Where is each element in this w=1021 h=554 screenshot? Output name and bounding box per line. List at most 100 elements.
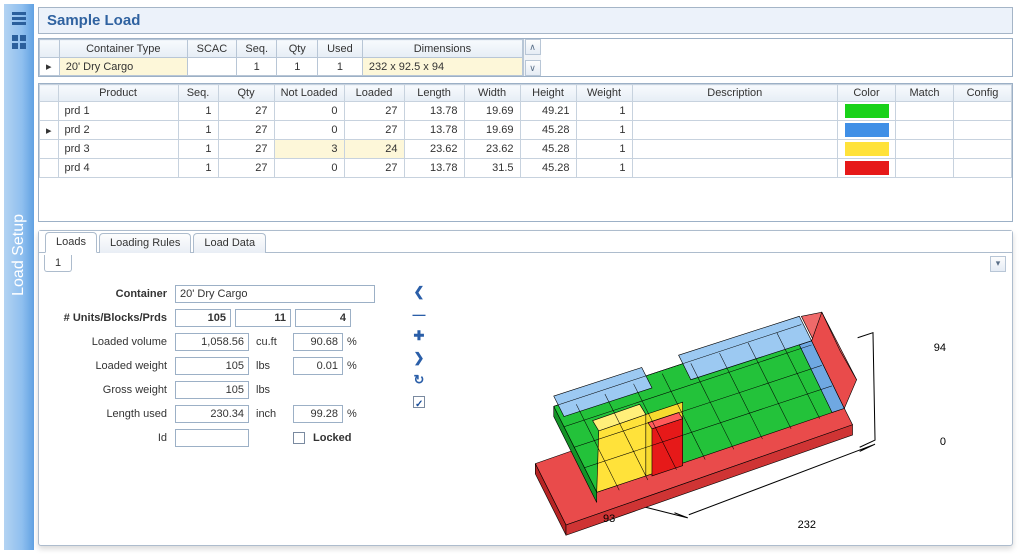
cell-config[interactable] <box>954 140 1012 159</box>
checkbox-locked[interactable] <box>293 432 305 444</box>
cell-height[interactable]: 45.28 <box>520 140 576 159</box>
col-loaded[interactable]: Loaded <box>344 85 404 102</box>
subtab-dropdown-icon[interactable]: ▾ <box>990 256 1006 272</box>
col-scac[interactable]: SCAC <box>187 40 236 58</box>
field-id[interactable] <box>175 429 249 447</box>
cell-weight[interactable]: 1 <box>576 102 632 121</box>
cell-match[interactable] <box>896 121 954 140</box>
cell-notloaded[interactable]: 3 <box>274 140 344 159</box>
prev-icon[interactable]: ❮ <box>411 284 427 300</box>
container-row[interactable]: ▸ 20' Dry Cargo 1 1 1 232 x 92.5 x 94 <box>40 58 523 76</box>
cell-notloaded[interactable]: 0 <box>274 102 344 121</box>
cell-length[interactable]: 13.78 <box>404 102 464 121</box>
cell-product[interactable]: prd 3 <box>58 140 178 159</box>
col-pwidth[interactable]: Width <box>464 85 520 102</box>
cell-dims[interactable]: 232 x 92.5 x 94 <box>362 58 522 76</box>
cell-height[interactable]: 45.28 <box>520 159 576 178</box>
field-prds[interactable]: 4 <box>295 309 351 327</box>
cell-notloaded[interactable]: 0 <box>274 159 344 178</box>
cell-product[interactable]: prd 1 <box>58 102 178 121</box>
cell-used[interactable]: 1 <box>318 58 363 76</box>
plus-icon[interactable]: ✚ <box>411 328 427 344</box>
cell-config[interactable] <box>954 102 1012 121</box>
checkbox-viz-toggle[interactable] <box>411 394 427 410</box>
field-units[interactable]: 105 <box>175 309 231 327</box>
cell-weight[interactable]: 1 <box>576 140 632 159</box>
cell-color[interactable] <box>838 140 896 159</box>
field-container[interactable]: 20' Dry Cargo <box>175 285 375 303</box>
cell-config[interactable] <box>954 121 1012 140</box>
cell-product[interactable]: prd 2 <box>58 121 178 140</box>
cell-qty[interactable]: 27 <box>218 121 274 140</box>
cell-match[interactable] <box>896 159 954 178</box>
cell-seq[interactable]: 1 <box>178 121 218 140</box>
col-config[interactable]: Config <box>954 85 1012 102</box>
cell-seq[interactable]: 1 <box>178 159 218 178</box>
sidebar-icon-grid[interactable] <box>10 33 28 51</box>
col-pweight[interactable]: Weight <box>576 85 632 102</box>
cell-length[interactable]: 13.78 <box>404 159 464 178</box>
cell-scac[interactable] <box>187 58 236 76</box>
refresh-icon[interactable]: ↻ <box>411 372 427 388</box>
col-product[interactable]: Product <box>58 85 178 102</box>
subtab-1[interactable]: 1 <box>44 255 72 272</box>
col-pqty[interactable]: Qty <box>218 85 274 102</box>
cell-loaded[interactable]: 24 <box>344 140 404 159</box>
col-notloaded[interactable]: Not Loaded <box>274 85 344 102</box>
col-qty[interactable]: Qty <box>277 40 318 58</box>
cell-match[interactable] <box>896 102 954 121</box>
cell-width[interactable]: 31.5 <box>464 159 520 178</box>
cell-desc[interactable] <box>632 121 837 140</box>
col-seq[interactable]: Seq. <box>236 40 277 58</box>
cell-weight[interactable]: 1 <box>576 121 632 140</box>
col-color[interactable]: Color <box>838 85 896 102</box>
cell-config[interactable] <box>954 159 1012 178</box>
field-lu-pct[interactable]: 99.28 <box>293 405 343 423</box>
cell-width[interactable]: 19.69 <box>464 121 520 140</box>
cell-match[interactable] <box>896 140 954 159</box>
product-row[interactable]: prd 112702713.7819.6949.211 <box>40 102 1012 121</box>
tab-loads[interactable]: Loads <box>45 232 97 253</box>
field-blocks[interactable]: 11 <box>235 309 291 327</box>
cell-seq[interactable]: 1 <box>178 140 218 159</box>
container-3d-view[interactable]: 94 0 232 93 <box>433 280 1006 539</box>
cell-color[interactable] <box>838 102 896 121</box>
scroll-down-icon[interactable]: ∨ <box>525 60 541 76</box>
cell-weight[interactable]: 1 <box>576 159 632 178</box>
field-lw-pct[interactable]: 0.01 <box>293 357 343 375</box>
col-match[interactable]: Match <box>896 85 954 102</box>
cell-length[interactable]: 23.62 <box>404 140 464 159</box>
col-pheight[interactable]: Height <box>520 85 576 102</box>
cell-width[interactable]: 19.69 <box>464 102 520 121</box>
tab-loading-rules[interactable]: Loading Rules <box>99 233 191 253</box>
cell-seq[interactable]: 1 <box>236 58 277 76</box>
cell-product[interactable]: prd 4 <box>58 159 178 178</box>
field-gross-weight[interactable]: 105 <box>175 381 249 399</box>
cell-loaded[interactable]: 27 <box>344 159 404 178</box>
tab-load-data[interactable]: Load Data <box>193 233 266 253</box>
cell-qty[interactable]: 1 <box>277 58 318 76</box>
cell-desc[interactable] <box>632 102 837 121</box>
cell-length[interactable]: 13.78 <box>404 121 464 140</box>
cell-qty[interactable]: 27 <box>218 159 274 178</box>
cell-qty[interactable]: 27 <box>218 140 274 159</box>
cell-desc[interactable] <box>632 159 837 178</box>
next-icon[interactable]: ❯ <box>411 350 427 366</box>
product-row[interactable]: prd 312732423.6223.6245.281 <box>40 140 1012 159</box>
product-row[interactable]: ▸prd 212702713.7819.6945.281 <box>40 121 1012 140</box>
minus-icon[interactable]: — <box>411 306 427 322</box>
cell-loaded[interactable]: 27 <box>344 102 404 121</box>
field-loaded-volume[interactable]: 1,058.56 <box>175 333 249 351</box>
field-loaded-weight[interactable]: 105 <box>175 357 249 375</box>
cell-loaded[interactable]: 27 <box>344 121 404 140</box>
cell-color[interactable] <box>838 159 896 178</box>
col-pseq[interactable]: Seq. <box>178 85 218 102</box>
cell-height[interactable]: 45.28 <box>520 121 576 140</box>
sidebar-icon-list[interactable] <box>10 9 28 27</box>
col-container-type[interactable]: Container Type <box>59 40 187 58</box>
cell-desc[interactable] <box>632 140 837 159</box>
cell-seq[interactable]: 1 <box>178 102 218 121</box>
cell-type[interactable]: 20' Dry Cargo <box>59 58 187 76</box>
scroll-up-icon[interactable]: ∧ <box>525 39 541 55</box>
cell-height[interactable]: 49.21 <box>520 102 576 121</box>
